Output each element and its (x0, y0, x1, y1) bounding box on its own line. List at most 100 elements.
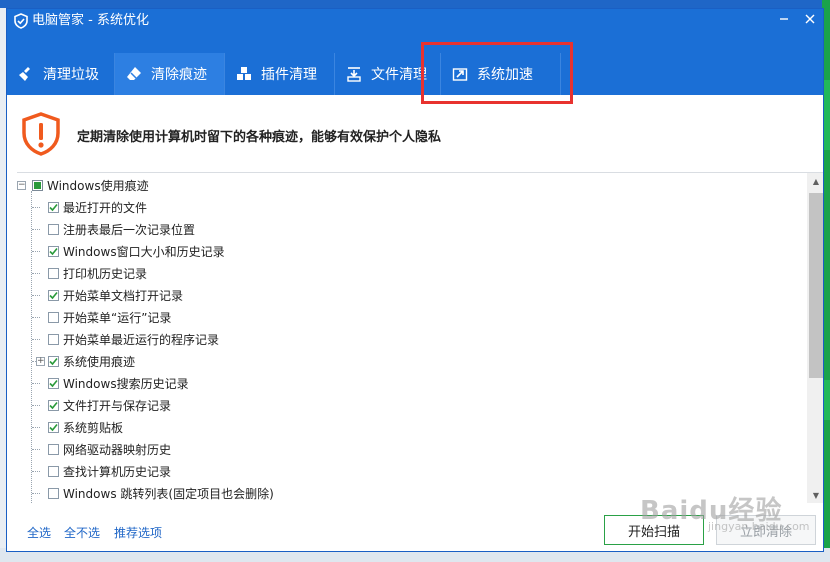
tree-guide-branch (32, 449, 40, 450)
tree-item-row[interactable]: 文件打开与保存记录 (48, 394, 171, 416)
info-banner: 定期清除使用计算机时留下的各种痕迹，能够有效保护个人隐私 (7, 95, 823, 171)
tree-item-label: 文件打开与保存记录 (63, 398, 172, 413)
tab-label: 插件清理 (261, 67, 317, 83)
footer-bar: 全选 全不选 推荐选项 开始扫描 立即清除 (7, 505, 823, 551)
tab-label: 系统加速 (477, 67, 533, 83)
tree-guide-branch (32, 383, 40, 384)
tree-item-label: 网络驱动器映射历史 (63, 442, 172, 457)
tree-guide-branch (32, 339, 40, 340)
tree-item-row[interactable]: 开始菜单文档打开记录 (48, 284, 183, 306)
warning-shield-icon (21, 112, 61, 156)
tree-item-row[interactable]: 注册表最后一次记录位置 (48, 218, 195, 240)
checkbox-checked[interactable] (48, 245, 59, 257)
tree-item-row[interactable]: 开始菜单最近运行的程序记录 (48, 328, 219, 350)
clean-now-button[interactable]: 立即清除 (716, 515, 816, 545)
checkbox-checked[interactable] (48, 377, 59, 389)
tree-item-label: Windows窗口大小和历史记录 (63, 244, 225, 259)
scroll-up-icon[interactable]: ▲ (807, 173, 823, 189)
blocks-icon (235, 65, 253, 83)
checkbox-unchecked[interactable] (48, 333, 59, 345)
tree-item-row[interactable]: 查找计算机历史记录 (48, 460, 171, 482)
tree-item-label: 系统剪贴板 (63, 420, 124, 435)
tree-guide-branch (32, 317, 40, 318)
checkbox-checked[interactable] (48, 399, 59, 411)
tab-label: 文件清理 (371, 67, 427, 83)
traces-tree: − Windows使用痕迹 最近打开的文件注册表最后一次记录位置 Windows窗… (17, 173, 807, 503)
tree-item-row[interactable]: Windows 跳转列表(固定项目也会删除) (48, 482, 274, 503)
checkbox-unchecked[interactable] (48, 487, 59, 499)
tree-guide-branch (32, 273, 40, 274)
vertical-scrollbar[interactable]: ▲ ▼ (807, 173, 823, 503)
eraser-icon (125, 65, 143, 83)
tab-bar: 清理垃圾 清除痕迹 插件清理 文件清理 系统加速 (7, 53, 823, 95)
tree-item-label: 系统使用痕迹 (63, 354, 136, 369)
tree-guide-branch (32, 251, 40, 252)
tree-item-label: 开始菜单最近运行的程序记录 (63, 332, 220, 347)
tree-guide-branch (32, 295, 40, 296)
tab-file-clean[interactable]: 文件清理 (335, 53, 441, 95)
tree-root-row[interactable]: Windows使用痕迹 (32, 174, 149, 196)
speedup-icon (451, 65, 469, 83)
root-checkbox[interactable] (32, 179, 43, 191)
checkbox-checked[interactable] (48, 355, 59, 367)
tree-item-row[interactable]: 打印机历史记录 (48, 262, 147, 284)
tab-clear-traces[interactable]: 清除痕迹 (115, 53, 225, 95)
tree-item-label: 注册表最后一次记录位置 (63, 222, 196, 237)
banner-message: 定期清除使用计算机时留下的各种痕迹，能够有效保护个人隐私 (77, 130, 442, 145)
tree-guide-branch (32, 207, 40, 208)
tree-item-row[interactable]: 开始菜单“运行”记录 (48, 306, 171, 328)
tree-item-row[interactable]: 系统剪贴板 (48, 416, 123, 438)
tree-guide-branch (32, 427, 40, 428)
tree-item-row[interactable]: 最近打开的文件 (48, 196, 147, 218)
checkbox-unchecked[interactable] (48, 223, 59, 235)
tab-system-speedup[interactable]: 系统加速 (441, 53, 561, 95)
minimize-icon (778, 13, 790, 28)
system-optimize-window: 电脑管家 - 系统优化 清理垃圾 清除痕迹 插件清理 文件清理 系统加速 定期清… (6, 8, 824, 552)
app-logo-icon (13, 13, 29, 29)
checkbox-unchecked[interactable] (48, 267, 59, 279)
checkbox-checked[interactable] (48, 421, 59, 433)
checkbox-unchecked[interactable] (48, 443, 59, 455)
minimize-button[interactable] (773, 11, 795, 29)
tree-item-label: Windows搜索历史记录 (63, 376, 189, 391)
checkbox-unchecked[interactable] (48, 311, 59, 323)
broom-icon (17, 65, 35, 83)
checkbox-checked[interactable] (48, 201, 59, 213)
tab-label: 清除痕迹 (151, 67, 207, 83)
tree-guide-branch (32, 471, 40, 472)
tree-item-label: 开始菜单“运行”记录 (63, 310, 172, 325)
window-title: 电脑管家 - 系统优化 (32, 13, 149, 28)
tree-root-label: Windows使用痕迹 (47, 178, 149, 193)
file-clean-icon (345, 65, 363, 83)
tree-item-label: 最近打开的文件 (63, 200, 148, 215)
checkbox-checked[interactable] (48, 289, 59, 301)
recommended-options-link[interactable]: 推荐选项 (114, 524, 162, 541)
tree-item-label: Windows 跳转列表(固定项目也会删除) (63, 486, 274, 501)
tree-item-row[interactable]: 网络驱动器映射历史 (48, 438, 171, 460)
tree-item-row[interactable]: Windows搜索历史记录 (48, 372, 189, 394)
tree-guide-line (31, 191, 32, 503)
tree-item-row[interactable]: Windows窗口大小和历史记录 (48, 240, 225, 262)
checkbox-unchecked[interactable] (48, 465, 59, 477)
tree-guide-branch (32, 405, 40, 406)
scrollbar-thumb[interactable] (809, 193, 823, 378)
title-bar: 电脑管家 - 系统优化 (7, 9, 823, 55)
tab-clean-junk[interactable]: 清理垃圾 (7, 53, 115, 95)
tab-plugin-clean[interactable]: 插件清理 (225, 53, 335, 95)
select-none-link[interactable]: 全不选 (64, 524, 100, 541)
close-icon (804, 13, 816, 28)
traces-tree-panel: − Windows使用痕迹 最近打开的文件注册表最后一次记录位置 Windows窗… (17, 172, 823, 504)
background-window-strip (0, 0, 830, 8)
select-all-link[interactable]: 全选 (27, 524, 51, 541)
tree-item-label: 查找计算机历史记录 (63, 464, 172, 479)
close-button[interactable] (799, 11, 821, 29)
tree-item-label: 开始菜单文档打开记录 (63, 288, 184, 303)
collapse-toggle-icon[interactable]: − (17, 181, 26, 190)
start-scan-button[interactable]: 开始扫描 (604, 515, 704, 545)
tab-label: 清理垃圾 (43, 67, 99, 83)
tree-item-row[interactable]: 系统使用痕迹 (48, 350, 135, 372)
tree-item-label: 打印机历史记录 (63, 266, 148, 281)
scroll-down-icon[interactable]: ▼ (807, 487, 823, 503)
expand-toggle-icon[interactable]: + (36, 357, 45, 366)
tree-guide-branch (32, 229, 40, 230)
